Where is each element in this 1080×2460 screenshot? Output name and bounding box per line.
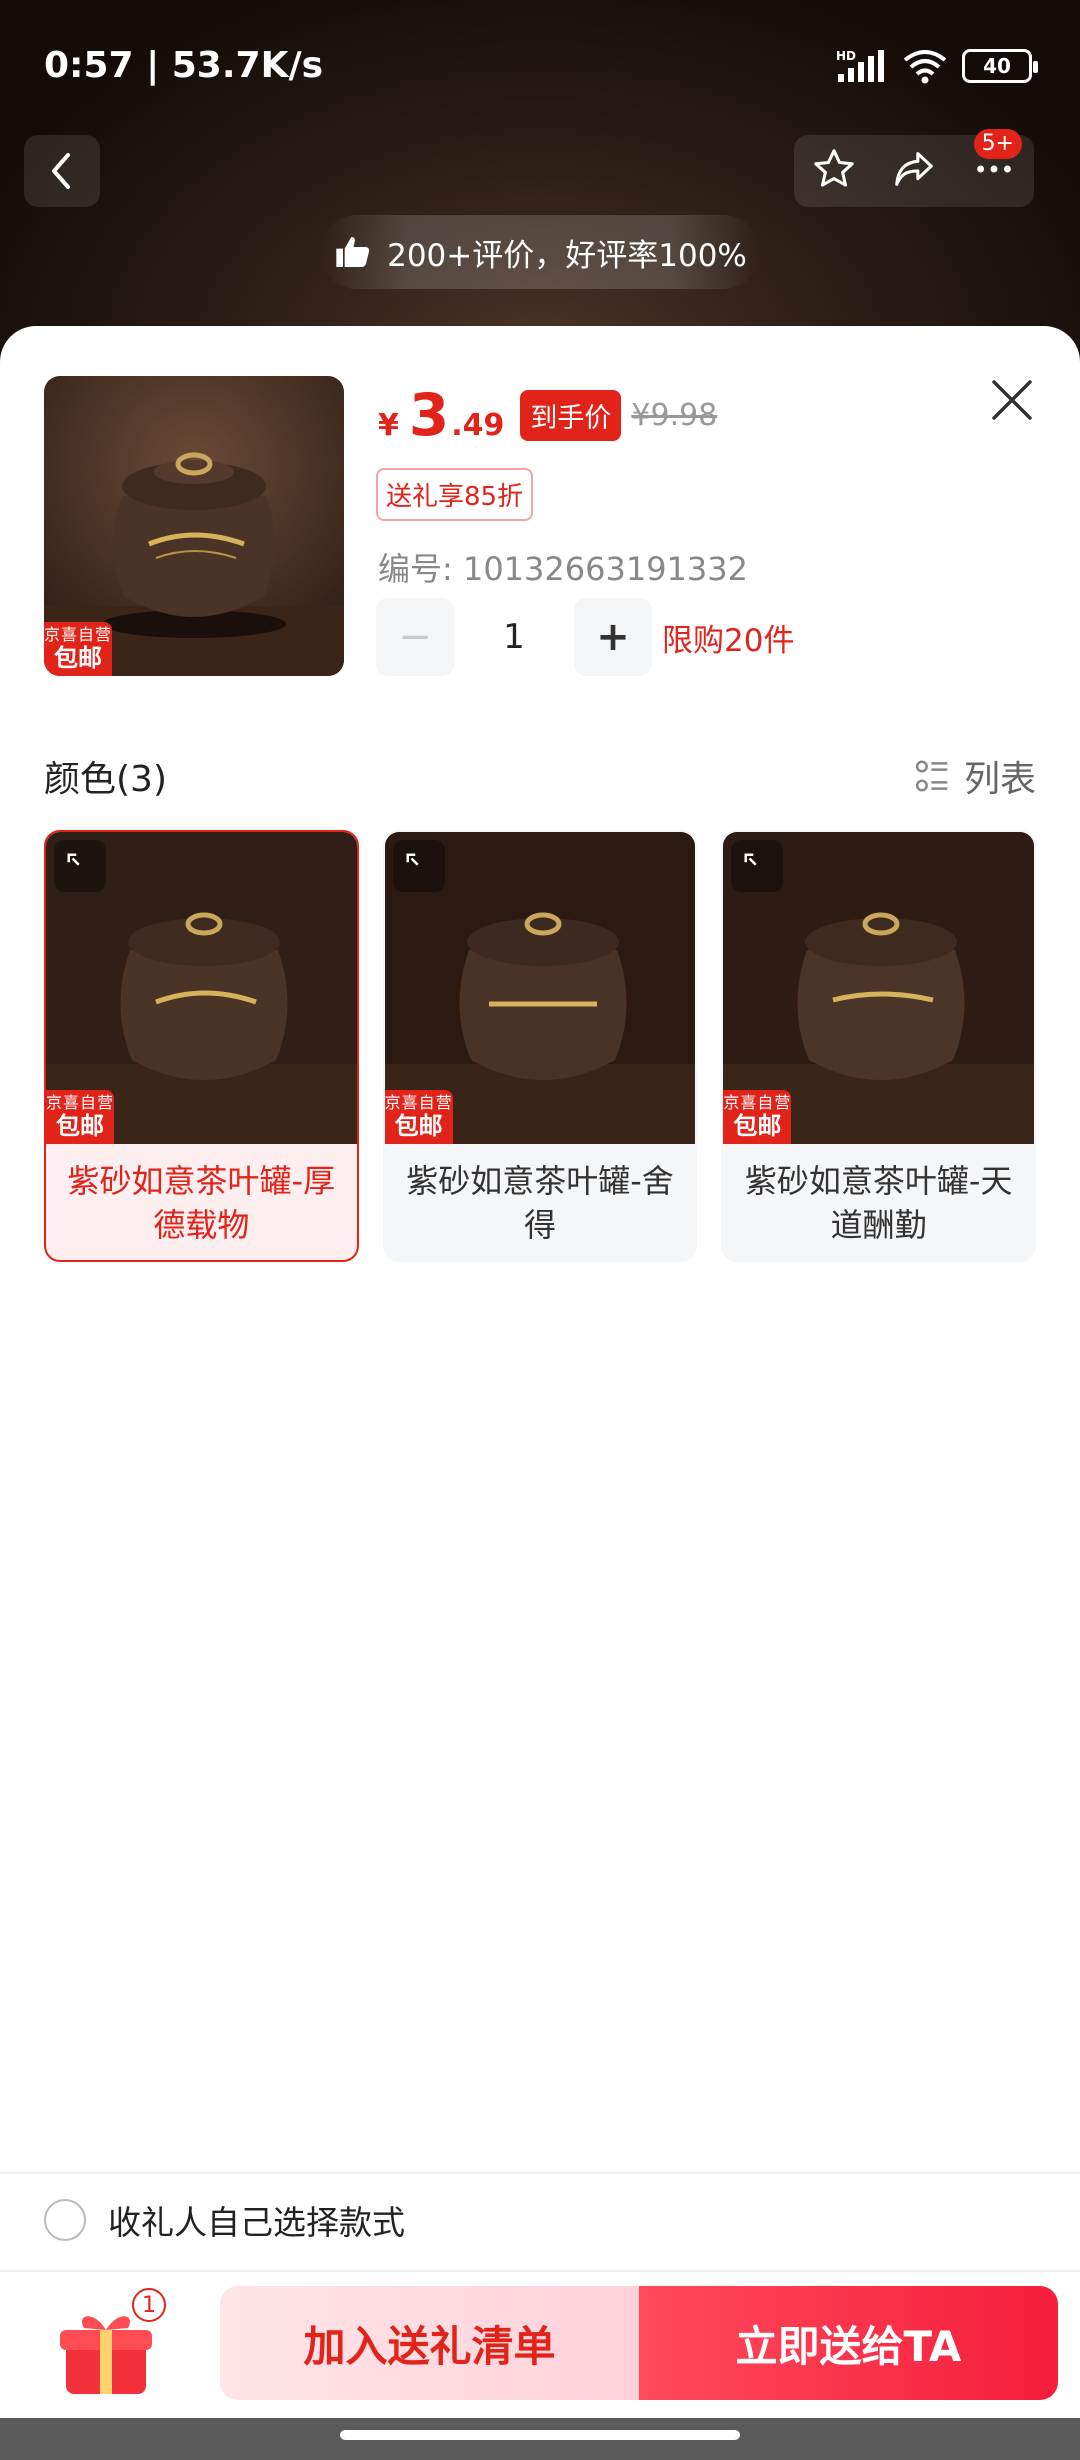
jd-self-operated-tag: 京喜自营 包邮 [44,622,113,676]
variant-image: 京喜自营 包邮 [384,832,696,1144]
quantity-minus-button[interactable]: − [376,598,454,676]
color-variants: 京喜自营 包邮 紫砂如意茶叶罐-厚德载物 京喜自营 包邮 紫砂如意茶叶罐-舍得 … [44,830,1037,1262]
sku-number: 编号: 10132663191332 [378,550,748,588]
variant-label: 紫砂如意茶叶罐-天道酬勤 [744,1162,1013,1244]
quantity-value[interactable]: 1 [454,617,574,657]
color-option-houde[interactable]: 京喜自营 包邮 紫砂如意茶叶罐-厚德载物 [44,830,359,1262]
variant-label: 紫砂如意茶叶罐-舍得 [406,1162,674,1244]
share-button[interactable] [890,146,938,196]
review-banner[interactable]: 200+评价，好评率100% [320,215,760,289]
status-time: 0:57 | 53.7K/s [44,45,324,86]
network-label: HD [836,49,856,63]
home-indicator[interactable] [340,2430,740,2440]
sku-selection-sheet: 京喜自营 包邮 ¥ 3 .49 到手价 ¥9.98 送礼享85折 编号: 101… [0,326,1080,2460]
battery-level: 40 [983,54,1011,78]
system-navigation-bar [0,2418,1080,2460]
jd-tag-line2: 包邮 [733,1112,782,1140]
product-thumbnail[interactable]: 京喜自营 包邮 [44,376,344,676]
list-view-icon [915,760,948,792]
final-price-tag: 到手价 [520,389,622,441]
jd-tag-line1: 京喜自营 [384,1093,453,1112]
price-integer: 3 [408,381,450,449]
variant-image: 京喜自营 包邮 [46,832,357,1144]
battery-icon: 40 [962,49,1038,83]
notification-badge: 5+ [973,129,1022,159]
status-icons: HD 40 [836,48,1038,84]
thumbs-up-icon [336,237,370,267]
top-actions-group: 5+ [794,129,1034,207]
receiver-choose-label: 收礼人自己选择款式 [108,2203,405,2242]
jd-self-operated-tag: 京喜自营 包邮 [723,1090,792,1144]
jd-tag-line1: 京喜自营 [723,1093,792,1112]
receiver-choose-style-option[interactable]: 收礼人自己选择款式 [44,2196,405,2244]
jd-self-operated-tag: 京喜自营 包邮 [46,1090,115,1144]
jd-tag-line2: 包邮 [56,1112,104,1140]
variant-image: 京喜自营 包邮 [723,832,1035,1144]
favorite-button[interactable] [811,146,857,196]
chevron-left-icon [52,153,70,189]
gift-discount-badge: 送礼享85折 [376,468,534,521]
review-summary: 200+评价，好评率100% [387,237,747,274]
quantity-plus-button[interactable]: + [574,598,652,676]
cellular-signal-icon: HD [836,49,884,82]
price-decimal: .49 [451,408,505,443]
send-now-button[interactable]: 立即送给TA [639,2286,1058,2400]
screen: 0:57 | 53.7K/s HD 40 5+ 200+评价，好评率100% 京… [0,0,1080,2460]
star-icon [813,149,854,187]
quantity-stepper: − 1 + 限购20件 [376,598,794,676]
list-view-label: 列表 [963,759,1036,800]
purchase-limit: 限购20件 [662,622,795,659]
currency-symbol: ¥ [378,408,399,443]
color-option-tiandao[interactable]: 京喜自营 包邮 紫砂如意茶叶罐-天道酬勤 [721,830,1037,1262]
wifi-icon [903,50,947,84]
expand-icon[interactable] [54,840,106,892]
back-button[interactable] [24,135,100,207]
status-bar: 0:57 | 53.7K/s HD 40 [0,0,1080,135]
gift-list-count-badge: 1 [132,2288,166,2322]
divider [0,2172,1080,2174]
jd-tag-line2: 包邮 [54,644,102,672]
receiver-choose-radio[interactable] [44,2199,86,2241]
price-row: ¥ 3 .49 到手价 ¥9.98 [378,386,717,444]
expand-icon[interactable] [392,840,445,892]
add-to-gift-list-button[interactable]: 加入送礼清单 [220,2286,639,2400]
jd-self-operated-tag: 京喜自营 包邮 [384,1090,453,1144]
variant-label: 紫砂如意茶叶罐-厚德载物 [67,1162,336,1244]
bottom-action-bar: 1 加入送礼清单 立即送给TA [0,2286,1080,2414]
expand-icon[interactable] [731,840,784,892]
original-price: ¥9.98 [631,397,718,433]
jd-tag-line1: 京喜自营 [46,1093,115,1112]
share-icon [895,152,933,186]
list-view-toggle[interactable]: 列表 [914,750,1036,802]
color-section-title: 颜色(3) [44,759,167,800]
jd-tag-line1: 京喜自营 [44,625,113,644]
divider [0,2270,1080,2272]
close-icon[interactable] [988,376,1036,424]
color-option-shede[interactable]: 京喜自营 包邮 紫砂如意茶叶罐-舍得 [382,830,698,1262]
jd-tag-line2: 包邮 [394,1112,443,1140]
action-buttons: 加入送礼清单 立即送给TA [220,2286,1058,2400]
